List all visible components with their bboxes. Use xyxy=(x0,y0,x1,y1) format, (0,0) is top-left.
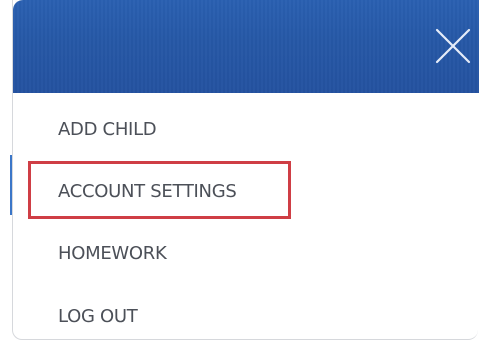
menu-item-label: HOMEWORK xyxy=(58,243,167,264)
menu-item-log-out[interactable]: LOG OUT xyxy=(13,286,478,342)
menu-item-label: ADD CHILD xyxy=(58,119,157,140)
close-button[interactable] xyxy=(429,22,477,70)
account-menu-panel: ADD CHILD ACCOUNT SETTINGS HOMEWORK LOG … xyxy=(12,0,479,342)
menu-item-homework[interactable]: HOMEWORK xyxy=(13,223,478,279)
menu-header xyxy=(13,0,479,93)
menu-item-label: ACCOUNT SETTINGS xyxy=(58,181,237,202)
menu-item-add-child[interactable]: ADD CHILD xyxy=(13,99,478,155)
menu-item-label: LOG OUT xyxy=(58,306,138,327)
menu-item-account-settings[interactable]: ACCOUNT SETTINGS xyxy=(13,161,478,217)
close-icon xyxy=(435,28,471,64)
